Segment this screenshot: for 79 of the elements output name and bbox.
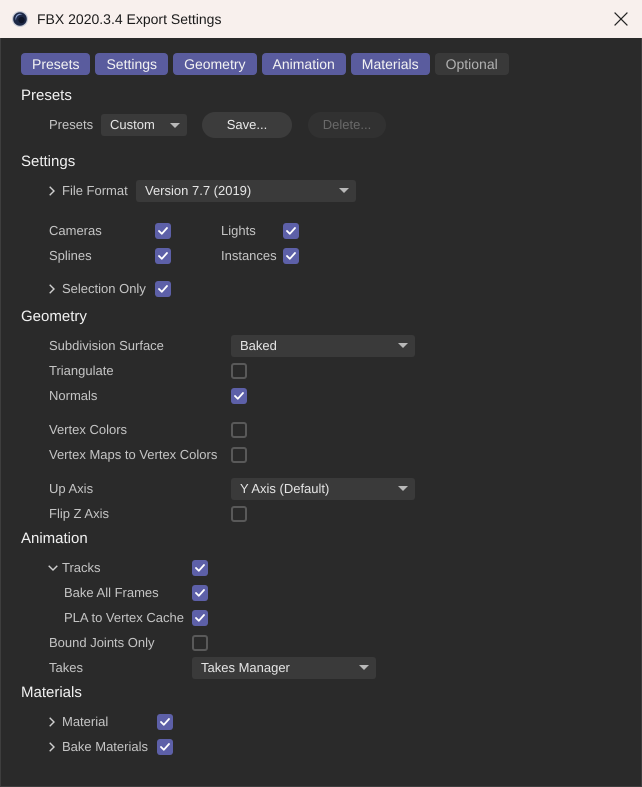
sphere-icon [12,11,28,27]
checkbox[interactable] [231,388,247,404]
check-icon [286,252,296,260]
caret-icon [359,665,369,670]
chevron-down-icon[interactable] [48,564,58,570]
checkbox[interactable] [192,634,208,650]
close-button[interactable] [614,12,628,26]
check-icon [195,564,205,572]
checkbox[interactable] [192,560,208,576]
checkbox[interactable] [155,248,171,264]
setting-label: Lights [221,222,256,240]
chevron-right-icon[interactable] [49,186,55,196]
section-header: Geometry [21,306,87,327]
checkbox[interactable] [192,610,208,626]
checkbox[interactable] [231,362,247,378]
check-icon [234,392,244,400]
checkbox[interactable] [157,714,173,730]
setting-label: Presets [49,116,94,134]
setting-label: Bake Materials [62,738,148,756]
check-icon [286,226,296,234]
tab[interactable]: Animation [262,53,346,75]
setting-label: Vertex Colors [49,420,128,439]
check-icon [160,718,170,726]
section-header: Presets [21,86,72,106]
tab[interactable]: Settings [95,53,168,75]
setting-label: Tracks [62,558,101,577]
dropdown[interactable]: Y Axis (Default) [231,478,415,500]
checkbox[interactable] [283,222,299,238]
caret-icon [398,486,408,491]
setting-label: Normals [49,386,98,405]
checkbox[interactable] [283,248,299,264]
setting-label: Instances [221,246,277,265]
check-icon [158,284,168,292]
tab[interactable]: Presets [21,53,90,75]
checkbox[interactable] [155,280,171,296]
checkbox[interactable] [231,422,247,438]
chevron-right-icon[interactable] [49,284,55,294]
caret-icon [170,122,180,128]
dropdown[interactable]: Baked [231,334,415,356]
checkbox[interactable] [155,222,171,238]
tab[interactable]: Geometry [173,53,257,75]
action-button[interactable]: Save... [202,112,292,138]
section-header: Animation [21,528,88,549]
dropdown[interactable]: Version 7.7 (2019) [136,180,356,202]
caret-icon [398,343,408,348]
close-icon [614,12,628,26]
checkbox[interactable] [157,738,173,754]
checkbox[interactable] [231,506,247,522]
setting-label: Vertex Maps to Vertex Colors [49,446,218,464]
tab[interactable]: Optional [434,53,509,75]
chevron-right-icon[interactable] [49,716,55,726]
check-icon [160,742,170,750]
check-icon [195,614,205,622]
setting-label: Cameras [49,222,102,240]
setting-label: File Format [62,182,128,200]
check-icon [158,252,168,260]
caret-icon [339,188,349,193]
checkbox[interactable] [192,584,208,600]
check-icon [158,226,168,234]
dropdown[interactable]: Custom [101,114,187,136]
setting-label: Splines [49,246,92,265]
setting-label: Subdivision Surface [49,336,164,355]
tab[interactable]: Materials [350,53,430,75]
setting-label: Takes [49,658,83,677]
checkbox[interactable] [231,446,247,462]
check-icon [195,588,205,596]
section-header: Settings [21,152,76,172]
setting-label: PLA to Vertex Cache [64,608,184,627]
window-title: FBX 2020.3.4 Export Settings [37,10,222,29]
setting-label: Up Axis [49,480,94,498]
setting-label: Selection Only [62,280,146,298]
dropdown[interactable]: Takes Manager [192,656,376,678]
chevron-right-icon[interactable] [49,742,55,752]
section-header: Materials [21,682,82,703]
setting-label: Material [62,712,108,731]
setting-label: Bound Joints Only [49,634,155,652]
setting-label: Flip Z Axis [49,504,109,523]
setting-label: Triangulate [49,362,114,380]
setting-label: Bake All Frames [64,584,159,602]
